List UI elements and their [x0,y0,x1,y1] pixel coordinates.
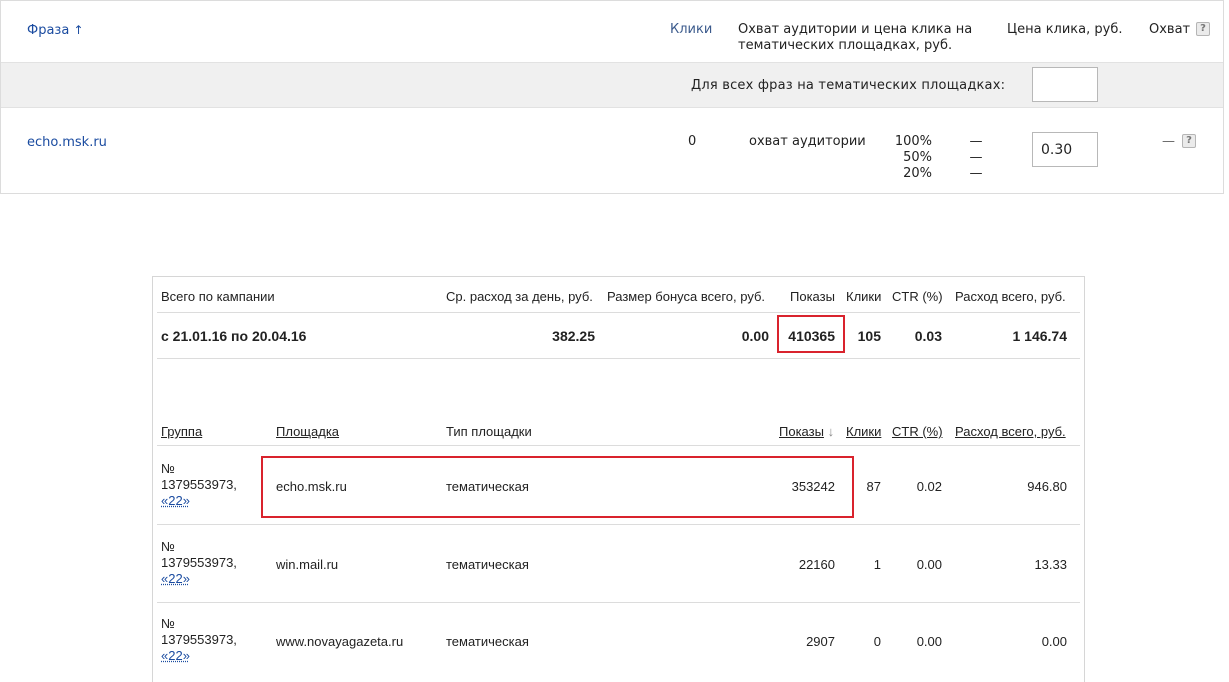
coverage-label: охват аудитории [749,134,866,149]
group-id: 1379553973, [161,477,237,492]
bonus-header: Размер бонуса всего, руб. [607,289,766,304]
impressions-highlight-box [777,315,845,353]
site-type: тематическая [446,634,529,649]
row-ctr: 0.02 [916,479,942,494]
summary-avg-daily: 382.25 [552,328,595,344]
coverage-price-50: — [969,150,983,165]
click-price-column-header: Цена клика, руб. [1007,22,1123,37]
divider [157,602,1080,603]
group-number-sign: № [161,616,175,631]
row-spend: 0.00 [1041,634,1067,649]
phrase-column-header[interactable]: Фраза ↑ [27,22,84,39]
help-icon[interactable]: ? [1196,22,1210,36]
row-impressions: 22160 [798,557,835,572]
site-type-column-header: Тип площадки [446,424,532,439]
group-column-header[interactable]: Группа [161,424,202,440]
divider [157,524,1080,525]
bid-panel: Фраза ↑ Клики Охват аудитории и цена кли… [0,0,1224,194]
sort-down-icon: ↓ [827,424,835,439]
phrase-clicks: 0 [688,134,697,149]
clicks-column-header[interactable]: Клики [846,424,881,440]
coverage-price-header-line2: тематических площадках, руб. [738,38,953,53]
group-id: 1379553973, [161,632,237,647]
impressions-column-label[interactable]: Показы [779,424,824,439]
summary-bonus: 0.00 [741,328,769,344]
site-name: www.novayagazeta.ru [276,634,404,649]
help-icon[interactable]: ? [1182,134,1196,148]
campaign-total-header: Всего по кампании [161,289,275,304]
group-link[interactable]: «22» [161,571,261,587]
group-number-sign: № [161,461,175,476]
all-phrases-label: Для всех фраз на тематических площадках: [691,78,1006,93]
group-id: 1379553973, [161,555,237,570]
impressions-column-header[interactable]: Показы ↓ [779,424,834,440]
clicks-header: Клики [846,289,882,304]
coverage-price-100: — [969,134,983,149]
site-column-header[interactable]: Площадка [276,424,339,440]
divider [157,312,1080,313]
all-phrases-bid-input[interactable] [1032,67,1098,102]
clicks-column-header[interactable]: Клики [670,22,712,38]
summary-ctr: 0.03 [914,328,942,344]
phrase-header-label[interactable]: Фраза [27,23,69,38]
row-highlight-box [261,456,854,518]
phrase-coverage-value: — [1162,134,1175,149]
group-link[interactable]: «22» [161,493,261,509]
ctr-column-header[interactable]: CTR (%) [892,424,943,440]
coverage-column-header: Охват [1149,22,1191,37]
arrow-up-icon: ↑ [73,23,84,37]
table-row-group: № 1379553973, «22» [161,539,261,587]
coverage-prices: — — — [969,134,983,182]
row-spend: 13.33 [1034,557,1067,572]
phrase-bid-input[interactable] [1032,132,1098,167]
summary-total-spend: 1 146.74 [1012,328,1068,344]
total-spend-header: Расход всего, руб. [955,289,1066,304]
divider [157,445,1080,446]
group-link[interactable]: «22» [161,648,261,664]
avg-daily-header: Ср. расход за день, руб. [446,289,593,304]
coverage-level-100: 100% [894,134,932,149]
table-row-group: № 1379553973, «22» [161,616,261,664]
row-impressions: 2907 [806,634,835,649]
bid-table-header: Фраза ↑ Клики Охват аудитории и цена кли… [1,1,1223,62]
all-phrases-row: Для всех фраз на тематических площадках: [1,62,1223,108]
row-clicks: 1 [873,557,881,572]
coverage-level-50: 50% [903,150,932,165]
site-name: win.mail.ru [276,557,339,572]
summary-clicks: 105 [857,328,881,344]
coverage-price-header-line1: Охват аудитории и цена клика на [738,22,973,37]
phrase-row: echo.msk.ru 0 охват аудитории 100% 50% 2… [1,108,1223,194]
row-ctr: 0.00 [916,557,942,572]
summary-period: с 21.01.16 по 20.04.16 [161,328,307,344]
group-number-sign: № [161,539,175,554]
row-ctr: 0.00 [916,634,942,649]
total-spend-column-header[interactable]: Расход всего, руб. [955,424,1066,440]
coverage-level-20: 20% [903,166,932,181]
row-clicks: 0 [873,634,881,649]
phrase-link[interactable]: echo.msk.ru [27,135,107,151]
divider [157,358,1080,359]
impressions-header: Показы [790,289,835,304]
coverage-price-20: — [969,166,983,181]
coverage-price-column-header: Охват аудитории и цена клика на тематиче… [738,22,972,54]
ctr-header: CTR (%) [892,289,943,304]
row-spend: 946.80 [1027,479,1067,494]
coverage-levels: 100% 50% 20% [886,134,932,182]
site-type: тематическая [446,557,529,572]
table-row-group: № 1379553973, «22» [161,461,261,509]
campaign-stats-table: Всего по кампании Ср. расход за день, ру… [152,276,1085,682]
